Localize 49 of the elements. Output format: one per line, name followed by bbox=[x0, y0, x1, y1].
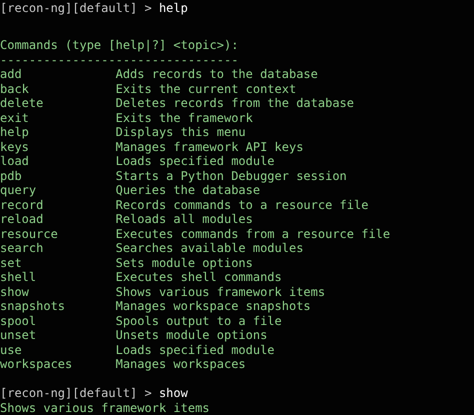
command-name: shell bbox=[0, 270, 38, 284]
command-name: resource bbox=[0, 226, 59, 241]
command-description: Manages workspace snapshots bbox=[116, 299, 311, 314]
command-name: spool bbox=[0, 314, 38, 328]
command-output: Shows various framework items bbox=[0, 400, 210, 415]
command-description: Queries the database bbox=[116, 183, 260, 198]
command-description: Displays this menu bbox=[116, 125, 246, 140]
command-name: unset bbox=[0, 328, 38, 342]
command-name: record bbox=[0, 198, 44, 212]
command-name: back bbox=[0, 82, 30, 96]
command-name: workspaces bbox=[0, 357, 74, 372]
command-description: Deletes records from the database bbox=[116, 96, 354, 110]
command-name: snapshots bbox=[0, 299, 66, 314]
command-name: reload bbox=[0, 212, 44, 226]
command-name: delete bbox=[0, 96, 44, 110]
header-rule: --------------------------------- bbox=[0, 52, 238, 67]
command-description: Starts a Python Debugger session bbox=[116, 168, 347, 183]
command-description: Exits the framework bbox=[116, 110, 253, 125]
commands-header: Commands (type [help|?] <topic>): bbox=[0, 38, 240, 52]
command-name: set bbox=[0, 256, 23, 270]
typed-command: show bbox=[158, 386, 188, 400]
command-name: show bbox=[0, 284, 30, 299]
command-name: search bbox=[0, 241, 44, 256]
command-description: Executes shell commands bbox=[116, 270, 282, 284]
command-description: Manages workspaces bbox=[116, 357, 246, 372]
prompt-text: [recon-ng][default] > bbox=[0, 1, 152, 16]
command-description: Loads specified module bbox=[116, 342, 275, 357]
command-name: add bbox=[0, 67, 23, 82]
command-name: query bbox=[0, 183, 38, 198]
command-name: pdb bbox=[0, 168, 23, 183]
prompt-text: [recon-ng][default] > bbox=[0, 386, 152, 400]
typed-command: help bbox=[158, 1, 188, 16]
command-description: Searches available modules bbox=[116, 241, 304, 256]
command-name: exit bbox=[0, 110, 30, 125]
command-description: Reloads all modules bbox=[116, 212, 253, 226]
command-name: help bbox=[0, 125, 30, 140]
command-description: Loads specified module bbox=[116, 154, 275, 168]
command-description: Records commands to a resource file bbox=[116, 198, 368, 212]
command-description: Sets module options bbox=[116, 256, 253, 270]
command-name: use bbox=[0, 342, 23, 357]
command-name: load bbox=[0, 154, 30, 168]
command-description: Adds records to the database bbox=[116, 67, 318, 82]
command-description: Exits the current context bbox=[116, 82, 296, 96]
command-name: keys bbox=[0, 140, 30, 154]
command-description: Shows various framework items bbox=[116, 284, 326, 299]
command-description: Executes commands from a resource file bbox=[116, 226, 390, 241]
command-description: Manages framework API keys bbox=[116, 140, 304, 154]
command-description: Unsets module options bbox=[116, 328, 268, 342]
command-description: Spools output to a file bbox=[116, 314, 282, 328]
